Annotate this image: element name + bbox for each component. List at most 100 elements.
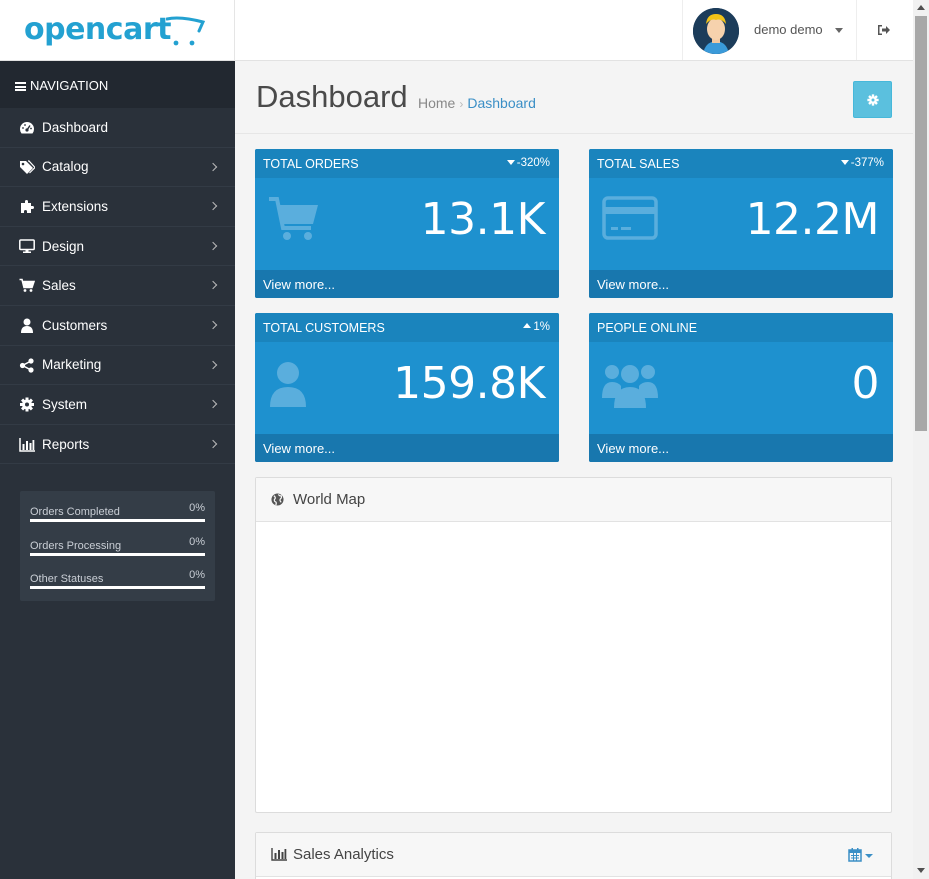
breadcrumb: Home › Dashboard [418,95,536,111]
logo-area[interactable]: opencart [0,0,235,60]
user-icon [21,318,33,333]
chevron-right-icon [208,360,218,369]
top-header: opencart demo demo [0,0,913,61]
breadcrumb-separator: › [459,97,464,111]
chevron-right-icon [208,162,218,171]
sidebar-item-design[interactable]: Design [0,227,235,267]
bar-chart-icon [19,437,35,452]
sidebar-item-label: Marketing [42,357,102,373]
chevron-down-icon[interactable] [835,28,843,33]
sidebar-item-system[interactable]: System [0,385,235,425]
tile-value: 12.2M [745,194,880,245]
sidebar-item-label: Dashboard [42,119,109,135]
avatar[interactable] [693,8,739,54]
logo-cart-icon [166,16,206,46]
logout-icon[interactable] [877,24,891,36]
stat-label: Orders Completed [30,506,120,518]
sidebar-item-label: Reports [42,436,90,452]
tile-change-value: 1% [533,321,550,333]
nav-header: NAVIGATION [0,61,235,108]
panel-heading: World Map [256,478,891,522]
view-more-link[interactable]: View more... [589,434,893,462]
sidebar-item-marketing[interactable]: Marketing [0,346,235,386]
sidebar-item-catalog[interactable]: Catalog [0,148,235,188]
tile-body: 159.8K [255,342,559,434]
tile-body: 0 [589,342,893,434]
globe-icon [271,493,284,506]
dashboard-icon [19,122,35,134]
sidebar-item-label: Extensions [42,198,109,214]
user-menu[interactable]: demo demo [682,0,857,60]
stat-orders-completed: Orders Completed 0% [30,502,205,536]
tile-title: PEOPLE ONLINE [597,321,698,335]
chevron-right-icon [208,281,218,290]
bar-chart-icon [271,848,287,861]
stat-other-statuses: Other Statuses 0% [30,569,205,603]
tile-change: -377% [840,157,884,169]
menu-bars-icon [15,82,26,91]
stat-label: Other Statuses [30,573,104,585]
scroll-down-arrow[interactable] [917,868,925,873]
world-map-canvas[interactable] [256,522,891,812]
sidebar-item-customers[interactable]: Customers [0,306,235,346]
tile-header: TOTAL SALES -377% [589,149,893,178]
view-more-link[interactable]: View more... [255,270,559,298]
chevron-right-icon [208,201,218,211]
stat-value: 0% [189,502,205,514]
view-more-link[interactable]: View more... [589,270,893,298]
sidebar-item-sales[interactable]: Sales [0,266,235,306]
caret-down-icon [506,160,515,165]
scroll-thumb[interactable] [915,16,927,431]
breadcrumb-current[interactable]: Dashboard [467,95,536,111]
tile-title: TOTAL ORDERS [263,157,359,171]
calendar-dropdown-button[interactable] [848,847,876,863]
logo[interactable]: opencart [24,12,171,47]
page-scrollbar[interactable] [913,0,929,879]
stat-orders-processing: Orders Processing 0% [30,536,205,570]
share-icon [19,357,34,373]
tile-total-orders: TOTAL ORDERS -320% 13.1K View more... [255,149,559,298]
tile-body: 13.1K [255,178,559,270]
users-icon [602,365,658,408]
sales-analytics-panel: Sales Analytics [255,832,892,879]
sidebar-item-label: Sales [42,278,76,294]
stat-value: 0% [189,569,205,581]
tile-value: 0 [851,358,880,409]
credit-card-icon [602,196,658,240]
order-status-stats: Orders Completed 0% Orders Processing 0%… [20,491,215,601]
caret-down-icon [840,160,849,165]
tile-change: -320% [506,157,550,169]
chevron-right-icon [208,320,218,330]
settings-button[interactable] [853,81,892,118]
tile-value: 159.8K [393,358,545,409]
breadcrumb-home[interactable]: Home [418,95,455,111]
sidebar-item-label: Design [42,238,85,254]
sidebar-item-reports[interactable]: Reports [0,425,235,465]
chevron-right-icon [208,241,218,251]
tile-value: 13.1K [420,194,546,245]
sidebar-item-extensions[interactable]: Extensions [0,187,235,227]
sidebar-item-label: Customers [42,317,108,333]
panel-heading: Sales Analytics [256,833,891,877]
stat-value: 0% [189,535,205,548]
scroll-up-arrow[interactable] [917,5,925,10]
stat-label: Orders Processing [30,539,122,552]
tile-header: PEOPLE ONLINE [589,313,893,342]
stat-progress-bar [30,552,205,556]
cart-icon [269,197,318,240]
puzzle-icon [21,200,34,214]
tile-header: TOTAL ORDERS -320% [255,149,559,178]
view-more-link[interactable]: View more... [255,434,559,462]
tile-title: TOTAL CUSTOMERS [263,321,385,335]
sidebar-item-label: System [42,396,88,412]
stat-progress-bar [30,586,205,589]
sidebar-item-label: Catalog [42,159,89,175]
sidebar-item-dashboard[interactable]: Dashboard [0,108,235,148]
nav-title: NAVIGATION [30,78,109,93]
cart-icon [19,279,35,293]
tile-people-online: PEOPLE ONLINE 0 View more... [589,313,893,462]
caret-up-icon [523,323,532,328]
tile-total-sales: TOTAL SALES -377% 12.2M View more... [589,149,893,298]
user-name[interactable]: demo demo [754,22,823,37]
user-icon [270,362,306,407]
